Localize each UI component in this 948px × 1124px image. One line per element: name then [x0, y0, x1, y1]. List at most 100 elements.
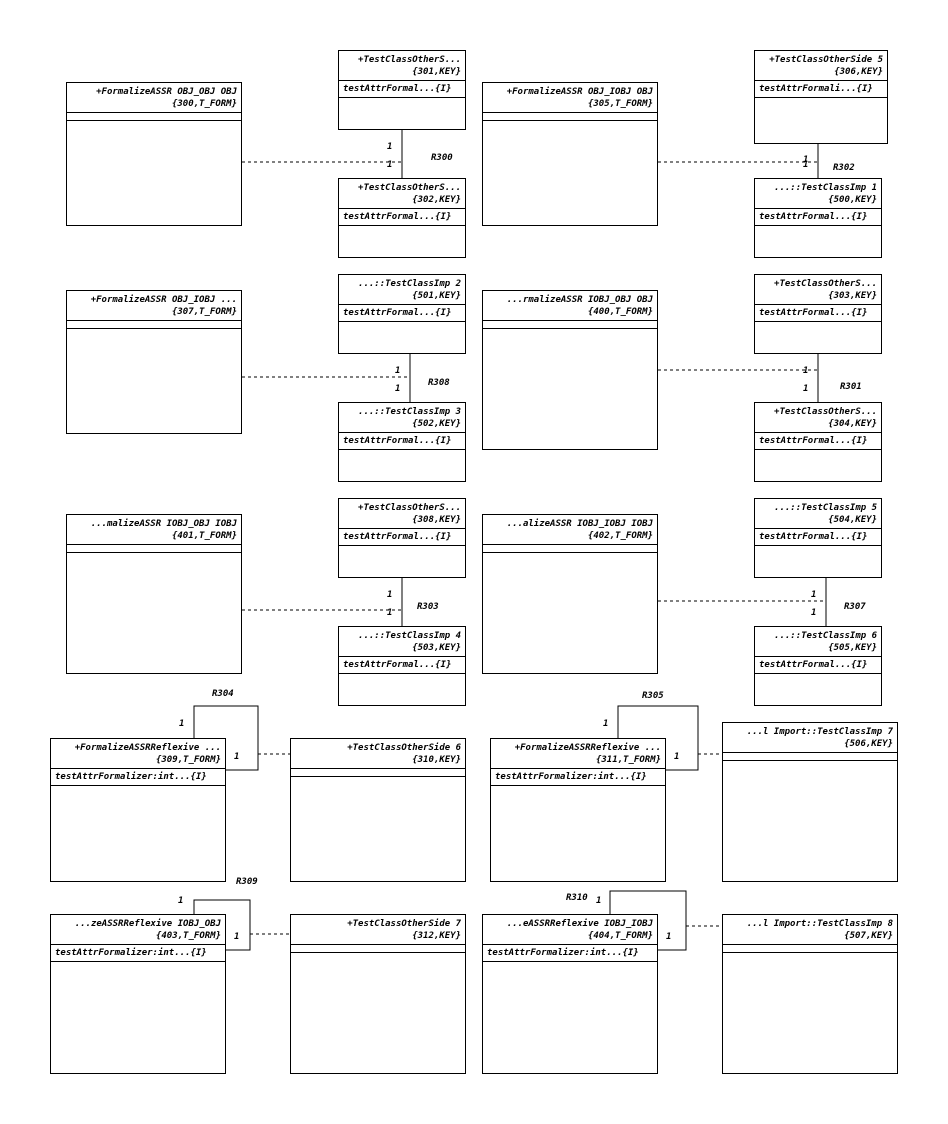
class-name: +TestClassOtherSide 5 [769, 55, 883, 65]
class-name: +FormalizeASSRReflexive ... [74, 743, 221, 753]
class-box-503[interactable]: ...::TestClassImp 4 {503,KEY}testAttrForm… [338, 626, 466, 706]
class-box-306[interactable]: +TestClassOtherSide 5 {306,KEY} testAttrFo… [754, 50, 888, 144]
class-header: ...::TestClassImp 4 {503,KEY} [339, 627, 465, 656]
class-box-507[interactable]: ...l Import::TestClassImp 8 {507,KEY} [722, 914, 898, 1074]
class-key: {310,KEY} [412, 755, 461, 765]
class-name: ...::TestClassImp 3 [358, 407, 461, 417]
class-box-303[interactable]: +TestClassOtherS... {303,KEY} testAttrForm… [754, 274, 882, 354]
class-box-311[interactable]: +FormalizeASSRReflexive ... {311,T_FORM} t… [490, 738, 666, 882]
class-key: {400,T_FORM} [587, 307, 653, 317]
class-box-401[interactable]: ...malizeASSR IOBJ_OBJ IOBJ {401,T_FORM} [66, 514, 242, 674]
class-key: {507,KEY} [844, 931, 893, 941]
class-attribute: testAttrFormalizer:int...{I} [487, 948, 639, 958]
class-box-505[interactable]: ...::TestClassImp 6 {505,KEY} testAttrForm… [754, 626, 882, 706]
class-box-301[interactable]: +TestClassOtherS... {301,KEY} testAttrForm… [338, 50, 466, 130]
relationship-label: R300 [431, 153, 453, 163]
class-key: {302,KEY} [412, 195, 461, 205]
class-header: +TestClassOtherS... {303,KEY} [755, 275, 881, 304]
class-key: {303,KEY} [828, 291, 877, 301]
class-key: {312,KEY} [412, 931, 461, 941]
class-header: ...::TestClassImp 5 {504,KEY} [755, 499, 881, 528]
class-box-504[interactable]: ...::TestClassImp 5 {504,KEY}testAttrForm… [754, 498, 882, 578]
class-header: ...alizeASSR IOBJ_IOBJ IOBJ {402,T_FORM} [483, 515, 657, 544]
operation-compartment [723, 952, 897, 960]
class-box-403[interactable]: ...zeASSRReflexive IOBJ_OBJ {403,T_FORM} t… [50, 914, 226, 1074]
operation-compartment [483, 552, 657, 560]
class-key: {503,KEY} [412, 643, 461, 653]
multiplicity-label: 1 [596, 896, 602, 906]
class-box-302[interactable]: +TestClassOtherS... {302,KEY} testAttrForm… [338, 178, 466, 258]
multiplicity-label: 1 [234, 752, 240, 762]
class-box-402[interactable]: ...alizeASSR IOBJ_IOBJ IOBJ {402,T_FORM} [482, 514, 658, 674]
operation-compartment [755, 321, 881, 329]
class-name: ...::TestClassImp 6 [774, 631, 877, 641]
class-name: +TestClassOtherS... [774, 407, 877, 417]
operation-compartment [755, 97, 887, 105]
attribute-compartment: testAttrFormal...{I} [755, 432, 881, 449]
class-header: +TestClassOtherSide 6 {310,KEY} [291, 739, 465, 768]
class-header: ...malizeASSR IOBJ_OBJ IOBJ {401,T_FORM} [67, 515, 241, 544]
class-key: {401,T_FORM} [171, 531, 237, 541]
multiplicity-label: 1 [179, 719, 185, 729]
class-attribute: testAttrFormal...{I} [343, 84, 452, 94]
multiplicity-label: 1 [387, 160, 393, 170]
operation-compartment [483, 120, 657, 128]
attribute-compartment: testAttrFormal...{I} [755, 656, 881, 673]
class-key: {306,KEY} [834, 67, 883, 77]
attribute-compartment: testAttrFormal...{I} [339, 80, 465, 97]
operation-compartment [339, 321, 465, 329]
class-header: +TestClassOtherS... {301,KEY} [339, 51, 465, 80]
relationship-label: R310 [566, 893, 588, 903]
attribute-compartment: testAttrFormal...{I} [339, 432, 465, 449]
class-box-307[interactable]: +FormalizeASSR OBJ_IOBJ ... {307,T_FORM} [66, 290, 242, 434]
class-name: +FormalizeASSR OBJ_IOBJ OBJ [506, 87, 653, 97]
operation-compartment [491, 785, 665, 793]
class-box-305[interactable]: +FormalizeASSR OBJ_IOBJ OBJ {305,T_FORM} [482, 82, 658, 226]
operation-compartment [67, 328, 241, 336]
class-key: {308,KEY} [412, 515, 461, 525]
class-header: ...l Import::TestClassImp 7 {506,KEY} [723, 723, 897, 752]
class-name: ...eASSRReflexive IOBJ_IOBJ [506, 919, 653, 929]
class-box-309[interactable]: +FormalizeASSRReflexive ... {309,T_FORM} t… [50, 738, 226, 882]
class-box-300[interactable]: +FormalizeASSR OBJ_OBJ OBJ {300,T_FORM} [66, 82, 242, 226]
class-header: ...l Import::TestClassImp 8 {507,KEY} [723, 915, 897, 944]
operation-compartment [67, 120, 241, 128]
class-name: +TestClassOtherS... [358, 55, 461, 65]
class-header: +TestClassOtherSide 5 {306,KEY} [755, 51, 887, 80]
relationship-label: R307 [844, 602, 866, 612]
multiplicity-label: 1 [603, 719, 609, 729]
class-box-400[interactable]: ...rmalizeASSR IOBJ_OBJ OBJ {400,T_FORM} [482, 290, 658, 450]
operation-compartment [755, 449, 881, 457]
class-key: {500,KEY} [828, 195, 877, 205]
class-box-312[interactable]: +TestClassOtherSide 7 {312,KEY} [290, 914, 466, 1074]
class-box-500[interactable]: ...::TestClassImp 1 {500,KEY} testAttrForm… [754, 178, 882, 258]
class-name: +TestClassOtherSide 7 [347, 919, 461, 929]
relationship-label: R304 [212, 689, 234, 699]
class-name: ...rmalizeASSR IOBJ_OBJ OBJ [506, 295, 653, 305]
class-key: {506,KEY} [844, 739, 893, 749]
multiplicity-label: 1 [811, 590, 817, 600]
class-attribute: testAttrFormal...{I} [759, 532, 868, 542]
class-box-501[interactable]: ...::TestClassImp 2 {501,KEY} testAttrForm… [338, 274, 466, 354]
class-header: +TestClassOtherS... {302,KEY} [339, 179, 465, 208]
relationship-label: R305 [642, 691, 664, 701]
class-box-404[interactable]: ...eASSRReflexive IOBJ_IOBJ {404,T_FORM} t… [482, 914, 658, 1074]
attribute-compartment [723, 752, 897, 760]
class-name: ...::TestClassImp 2 [358, 279, 461, 289]
attribute-compartment [67, 320, 241, 328]
class-box-502[interactable]: ...::TestClassImp 3 {502,KEY} testAttrForm… [338, 402, 466, 482]
class-header: +TestClassOtherSide 7 {312,KEY} [291, 915, 465, 944]
class-header: ...rmalizeASSR IOBJ_OBJ OBJ {400,T_FORM} [483, 291, 657, 320]
class-key: {309,T_FORM} [155, 755, 221, 765]
class-attribute: testAttrFormal...{I} [343, 660, 452, 670]
class-box-304[interactable]: +TestClassOtherS... {304,KEY} testAttrForm… [754, 402, 882, 482]
diagram-canvas: +FormalizeASSR OBJ_OBJ OBJ {300,T_FORM} +T… [0, 0, 948, 1124]
attribute-compartment: testAttrFormalizer:int...{I} [491, 768, 665, 785]
operation-compartment [755, 545, 881, 553]
multiplicity-label: 1 [387, 590, 393, 600]
class-name: ...malizeASSR IOBJ_OBJ IOBJ [90, 519, 237, 529]
class-box-310[interactable]: +TestClassOtherSide 6 {310,KEY} [290, 738, 466, 882]
class-box-506[interactable]: ...l Import::TestClassImp 7 {506,KEY} [722, 722, 898, 882]
operation-compartment [339, 97, 465, 105]
class-box-308[interactable]: +TestClassOtherS... {308,KEY} testAttrForm… [338, 498, 466, 578]
